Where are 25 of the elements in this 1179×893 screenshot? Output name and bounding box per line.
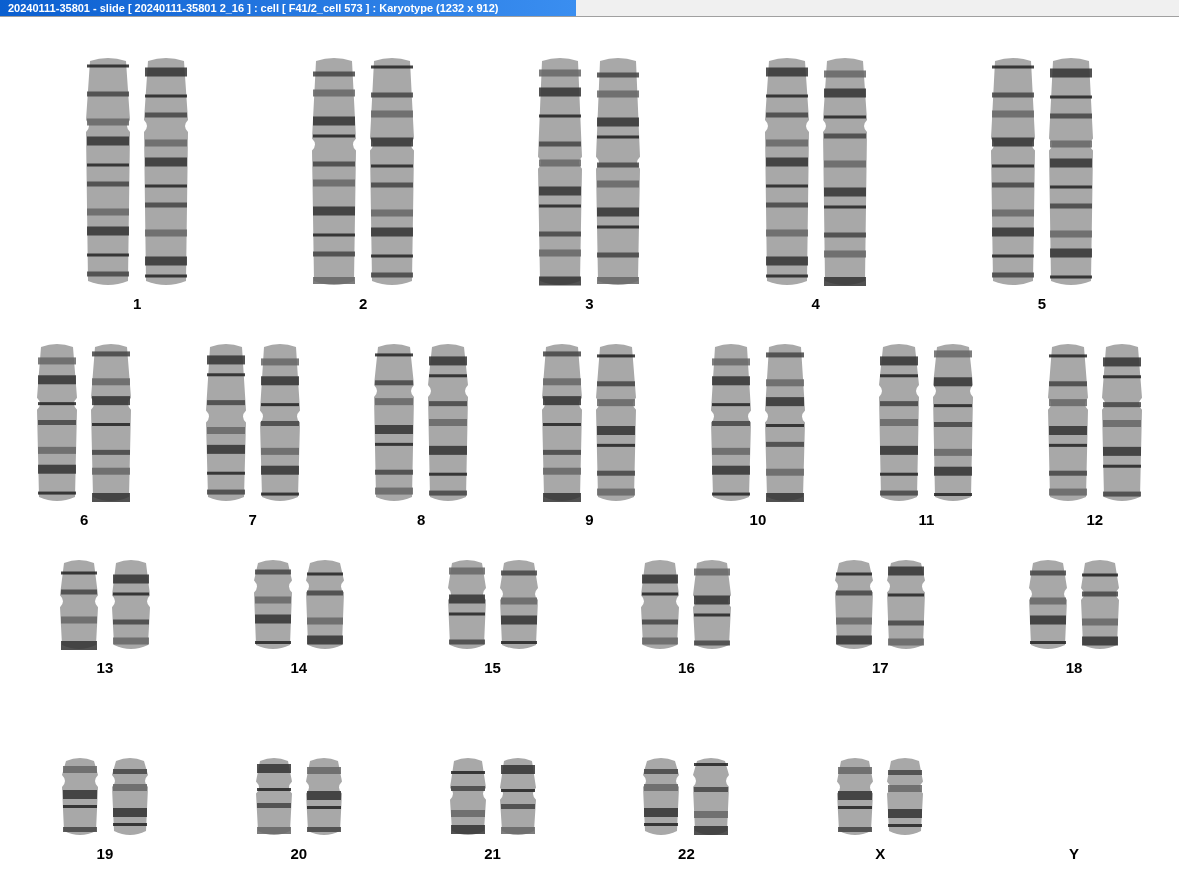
chromosome-label: 4 bbox=[811, 293, 820, 314]
chromosome-label: 8 bbox=[416, 509, 426, 530]
chromosome-label: 16 bbox=[678, 657, 695, 678]
chromosome-label: 6 bbox=[80, 509, 89, 530]
chromosome-label: 18 bbox=[1065, 657, 1083, 678]
chromosome-label: 22 bbox=[678, 843, 695, 864]
window-title: 20240111-35801 - slide [ 20240111-35801 2_16 ] : cell [ F41/2_cell 573 ] : Karyotype (1232 x 912) bbox=[0, 0, 576, 16]
chromosome-label: 9 bbox=[585, 509, 594, 530]
chromosome-label: X bbox=[875, 843, 886, 864]
chromosome-label: 19 bbox=[96, 843, 114, 864]
chromosome-label: 13 bbox=[96, 657, 114, 678]
chromosome-label: 21 bbox=[484, 843, 501, 864]
chromosome-label: 11 bbox=[918, 509, 935, 530]
chromosome-label: 20 bbox=[290, 843, 308, 864]
chromosome-label: 7 bbox=[248, 509, 257, 530]
chromosome-label: 10 bbox=[749, 509, 767, 530]
chromosome-label: 1 bbox=[132, 293, 142, 314]
chromosome-label: Y bbox=[1069, 843, 1080, 864]
chromosome-label: 3 bbox=[585, 293, 594, 314]
chromosome-label: 15 bbox=[484, 657, 501, 678]
chromosome-label: 5 bbox=[1037, 293, 1047, 314]
chromosome-label: 2 bbox=[359, 293, 368, 314]
chromosome-label: 17 bbox=[871, 657, 889, 678]
chromosome-label: 14 bbox=[290, 657, 308, 678]
chromosome-label: 12 bbox=[1086, 509, 1104, 530]
